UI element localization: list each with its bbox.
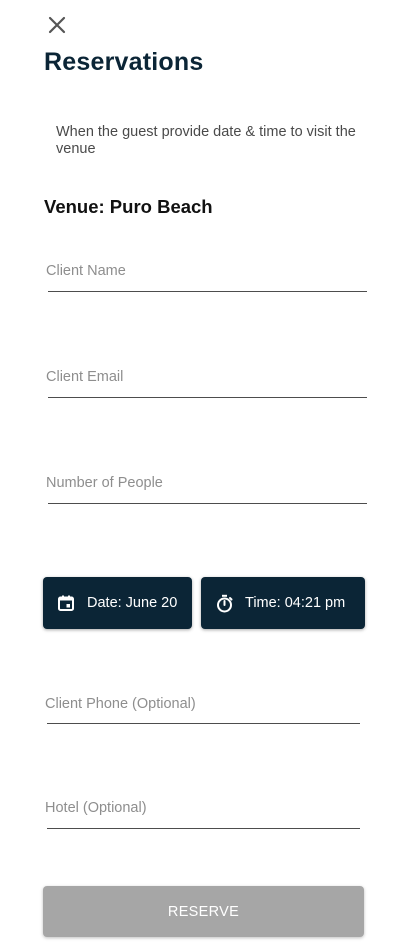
client-phone-field	[45, 693, 360, 724]
client-phone-input[interactable]	[45, 693, 360, 715]
venue-label: Venue: Puro Beach	[44, 196, 213, 217]
timer-icon	[215, 594, 234, 613]
close-button[interactable]	[44, 12, 70, 38]
hotel-underline	[47, 828, 360, 829]
client-email-underline	[48, 397, 367, 398]
number-of-people-input[interactable]	[46, 472, 367, 494]
number-of-people-field	[46, 472, 367, 504]
client-phone-underline	[47, 723, 360, 724]
time-button[interactable]: Time: 04:21 pm	[201, 577, 365, 629]
date-button-label: Date: June 20	[87, 595, 178, 611]
client-email-input[interactable]	[46, 366, 367, 388]
number-of-people-underline	[48, 503, 367, 504]
client-name-underline	[48, 291, 367, 292]
date-button[interactable]: Date: June 20	[43, 577, 192, 629]
reserve-button[interactable]: RESERVE	[43, 886, 364, 937]
description-text: When the guest provide date & time to vi…	[56, 124, 356, 157]
client-name-input[interactable]	[46, 260, 367, 282]
reserve-button-label: RESERVE	[167, 903, 240, 920]
calendar-icon	[57, 594, 75, 612]
close-icon	[48, 16, 66, 34]
client-name-field	[46, 260, 367, 292]
hotel-field	[45, 797, 360, 829]
hotel-input[interactable]	[45, 797, 360, 819]
client-email-field	[46, 366, 367, 398]
page-title: Reservations	[44, 48, 204, 76]
time-button-label: Time: 04:21 pm	[245, 595, 346, 611]
